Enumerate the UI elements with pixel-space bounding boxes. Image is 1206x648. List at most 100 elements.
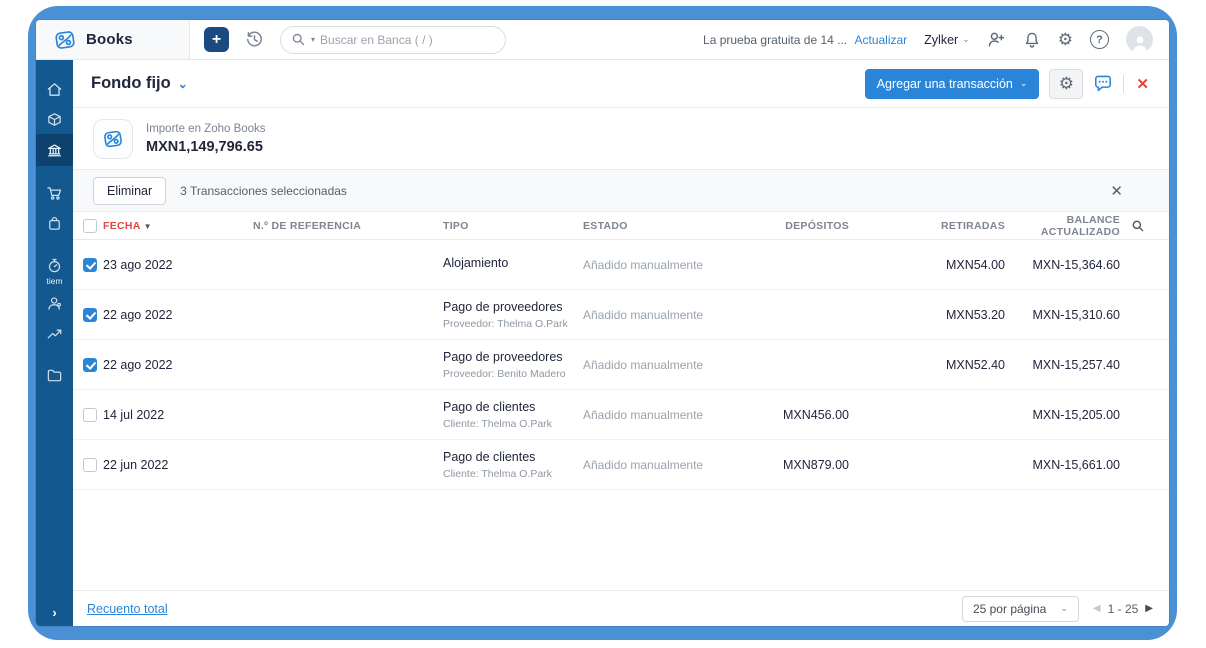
row-status: Añadido manualmente (583, 408, 723, 422)
row-checkbox[interactable] (83, 258, 97, 272)
table-footer: Recuento total 25 por página ⌄ ◀ 1 - 25 … (73, 590, 1169, 626)
help-icon[interactable]: ? (1090, 30, 1109, 49)
row-type-contact: Proveedor: Benito Madero (443, 368, 583, 380)
prev-page-icon[interactable]: ◀ (1093, 603, 1101, 614)
page-range: 1 - 25 (1108, 602, 1139, 616)
search-scope-caret-icon[interactable]: ▾ (311, 35, 315, 44)
row-type-contact: Proveedor: Thelma O.Park (443, 318, 583, 330)
zoho-books-logo-icon (52, 27, 78, 53)
box-icon (46, 111, 63, 128)
sidebar-item-sales[interactable] (36, 178, 73, 208)
zoho-books-badge-icon (93, 119, 133, 159)
row-type-cell: Pago de proveedores Proveedor: Benito Ma… (443, 350, 583, 380)
row-date: 23 ago 2022 (103, 258, 253, 272)
total-count-link[interactable]: Recuento total (87, 602, 168, 616)
table-row[interactable]: 14 jul 2022 Pago de clientes Cliente: Th… (73, 390, 1169, 440)
notifications-bell-icon[interactable] (1023, 31, 1041, 49)
user-avatar[interactable] (1126, 26, 1153, 53)
sidebar-item-documents[interactable] (36, 360, 73, 390)
row-withdrawals: MXN53.20 (849, 308, 1005, 322)
account-selector[interactable]: Fondo fijo ⌄ (91, 74, 188, 93)
column-header-depositos[interactable]: DEPÓSITOS (723, 220, 849, 232)
recent-history-icon[interactable] (245, 30, 264, 49)
column-header-balance[interactable]: BALANCE ACTUALIZADO (1005, 214, 1120, 238)
row-type-cell: Pago de clientes Cliente: Thelma O.Park (443, 400, 583, 430)
clear-selection-icon[interactable]: ✕ (1110, 182, 1123, 200)
table-body: 23 ago 2022 Alojamiento Añadido manualme… (73, 240, 1169, 490)
per-page-select[interactable]: 25 por página ⌄ (962, 596, 1079, 622)
row-type: Pago de clientes (443, 400, 583, 414)
column-header-referencia[interactable]: N.º DE REFERENCIA (253, 220, 443, 232)
feedback-bubble-icon[interactable] (1093, 74, 1113, 94)
per-page-value: 25 por página (973, 602, 1046, 616)
row-balance: MXN-15,205.00 (1005, 408, 1120, 422)
org-selector[interactable]: Zylker ⌄ (924, 33, 970, 47)
per-page-chevron-icon: ⌄ (1060, 603, 1068, 614)
row-checkbox[interactable] (83, 358, 97, 372)
add-transaction-button[interactable]: Agregar una transacción ⌄ (865, 69, 1040, 99)
column-header-estado[interactable]: ESTADO (583, 220, 723, 232)
row-balance: MXN-15,257.40 (1005, 358, 1120, 372)
row-deposits: MXN456.00 (723, 408, 849, 422)
column-header-tipo[interactable]: TIPO (443, 220, 583, 232)
sidebar-item-items[interactable] (36, 104, 73, 134)
row-type: Pago de clientes (443, 450, 583, 464)
row-balance: MXN-15,364.60 (1005, 258, 1120, 272)
app-logo[interactable]: Books (36, 20, 190, 59)
chart-line-icon (46, 325, 63, 342)
table-row[interactable]: 22 ago 2022 Pago de proveedores Proveedo… (73, 290, 1169, 340)
fecha-label: FECHA (103, 220, 141, 232)
upgrade-link[interactable]: Actualizar (854, 33, 907, 47)
delete-button[interactable]: Eliminar (93, 177, 166, 205)
column-header-fecha[interactable]: FECHA▼ (103, 220, 253, 232)
row-status: Añadido manualmente (583, 358, 723, 372)
row-date: 22 jun 2022 (103, 458, 253, 472)
page-header: Fondo fijo ⌄ Agregar una transacción ⌄ ⚙ (73, 60, 1169, 108)
close-page-icon[interactable]: ✕ (1134, 75, 1151, 93)
table-search-icon[interactable] (1120, 219, 1155, 233)
row-type: Pago de proveedores (443, 300, 583, 314)
page-settings-button[interactable]: ⚙ (1049, 69, 1083, 99)
timer-icon (46, 257, 63, 274)
topbar: Books + ▾ (36, 20, 1169, 60)
folder-icon (46, 367, 63, 384)
sidebar-expand-chevron-icon[interactable]: › (36, 605, 73, 620)
sort-desc-icon: ▼ (144, 222, 152, 231)
sidebar-item-home[interactable] (36, 74, 73, 104)
select-all-checkbox[interactable] (83, 219, 97, 233)
pagination: 25 por página ⌄ ◀ 1 - 25 ▶ (962, 596, 1153, 622)
settings-gear-icon[interactable]: ⚙ (1058, 31, 1073, 48)
invite-user-icon[interactable] (987, 30, 1006, 49)
org-chevron-down-icon: ⌄ (962, 34, 970, 45)
row-checkbox[interactable] (83, 408, 97, 422)
bank-icon (46, 142, 63, 159)
main-content: Fondo fijo ⌄ Agregar una transacción ⌄ ⚙ (73, 60, 1169, 626)
cart-icon (46, 185, 63, 202)
table-row[interactable]: 22 ago 2022 Pago de proveedores Proveedo… (73, 340, 1169, 390)
column-header-retiradas[interactable]: RETIRADAS (849, 220, 1005, 232)
summary-text: Importe en Zoho Books MXN1,149,796.65 (146, 123, 266, 155)
sidebar-item-accountant[interactable] (36, 288, 73, 318)
account-chevron-down-icon: ⌄ (178, 77, 188, 91)
sidebar-nav: tiem › (36, 60, 73, 626)
row-deposits: MXN879.00 (723, 458, 849, 472)
table-row[interactable]: 23 ago 2022 Alojamiento Añadido manualme… (73, 240, 1169, 290)
next-page-icon[interactable]: ▶ (1145, 603, 1153, 614)
row-status: Añadido manualmente (583, 308, 723, 322)
sidebar-item-banking[interactable] (36, 134, 73, 166)
summary-label: Importe en Zoho Books (146, 123, 266, 135)
sidebar-item-reports[interactable] (36, 318, 73, 348)
quick-create-button[interactable]: + (204, 27, 229, 52)
row-checkbox[interactable] (83, 458, 97, 472)
table-header: FECHA▼ N.º DE REFERENCIA TIPO ESTADO DEP… (73, 212, 1169, 240)
table-row[interactable]: 22 jun 2022 Pago de clientes Cliente: Th… (73, 440, 1169, 490)
row-checkbox[interactable] (83, 308, 97, 322)
sidebar-item-purchases[interactable] (36, 208, 73, 238)
global-search[interactable]: ▾ (280, 26, 506, 54)
org-name: Zylker (924, 33, 958, 47)
bag-icon (46, 215, 63, 232)
trial-banner: La prueba gratuita de 14 ... Actualizar (703, 33, 907, 47)
search-input[interactable] (320, 33, 470, 47)
person-icon (46, 295, 63, 312)
sidebar-time-label: tiem (46, 276, 62, 286)
